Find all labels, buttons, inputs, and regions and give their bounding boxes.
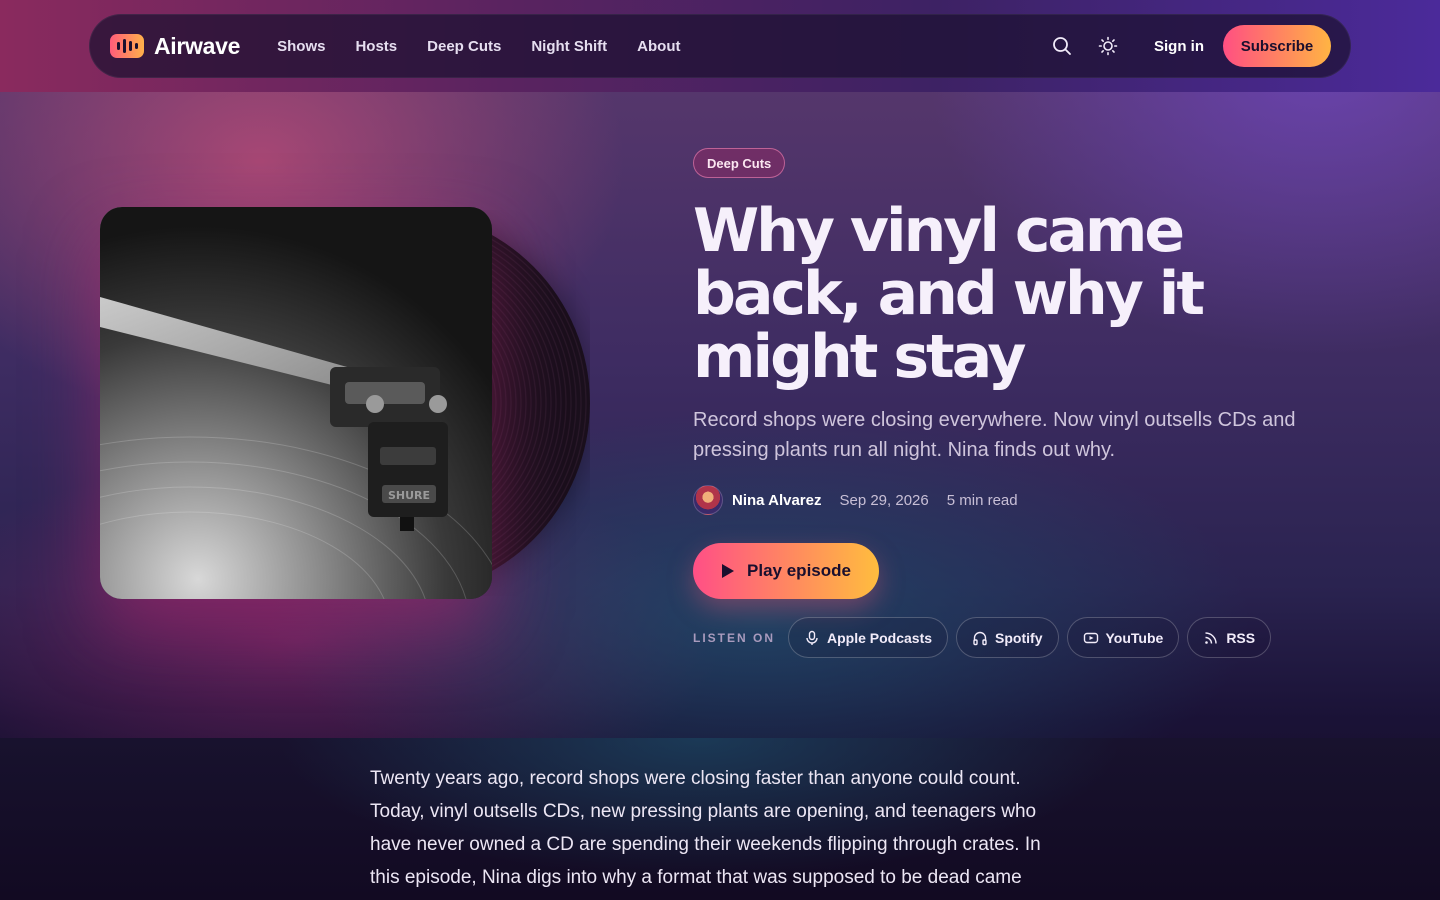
author-name[interactable]: Nina Alvarez bbox=[732, 492, 821, 509]
nav-link-hosts[interactable]: Hosts bbox=[355, 38, 397, 55]
waveform-icon bbox=[110, 34, 144, 58]
headphones-icon bbox=[973, 631, 987, 645]
play-icon bbox=[722, 564, 735, 578]
apple-podcasts-label: Apple Podcasts bbox=[827, 629, 933, 646]
read-time: 5 min read bbox=[946, 491, 1018, 509]
article-intro: Twenty years ago, record shops were clos… bbox=[370, 768, 1041, 888]
top-navigation: Airwave Shows Hosts Deep Cuts Night Shif… bbox=[89, 14, 1351, 78]
sun-icon[interactable] bbox=[1096, 34, 1120, 58]
youtube-icon bbox=[1083, 632, 1098, 643]
episode-description: Record shops were closing everywhere. No… bbox=[693, 409, 1296, 461]
sign-in-link[interactable]: Sign in bbox=[1154, 38, 1204, 55]
rss-icon bbox=[1205, 631, 1218, 644]
nav-link-deep-cuts[interactable]: Deep Cuts bbox=[427, 38, 501, 55]
cover-brand-label: SHURE bbox=[388, 489, 430, 502]
rss-label: RSS bbox=[1226, 629, 1256, 646]
play-episode-label: Play episode bbox=[747, 561, 851, 580]
subscribe-button[interactable]: Subscribe bbox=[1223, 25, 1331, 67]
episode-meta: Nina Alvarez Sep 29, 2026 5 min read bbox=[693, 484, 1018, 516]
rss-link[interactable]: RSS bbox=[1187, 617, 1272, 658]
youtube-link[interactable]: YouTube bbox=[1066, 617, 1180, 658]
brand-logo[interactable]: Airwave bbox=[110, 33, 240, 60]
nav-link-about[interactable]: About bbox=[637, 38, 680, 55]
category-tag[interactable]: Deep Cuts bbox=[693, 148, 786, 178]
youtube-label: YouTube bbox=[1105, 629, 1164, 646]
avatar[interactable] bbox=[693, 485, 723, 515]
episode-cover-image: SHURE bbox=[100, 207, 492, 599]
nav-link-shows[interactable]: Shows bbox=[277, 38, 325, 55]
publish-date: Sep 29, 2026 bbox=[839, 491, 929, 509]
nav-link-night-shift[interactable]: Night Shift bbox=[531, 38, 607, 55]
spotify-label: Spotify bbox=[995, 629, 1043, 646]
play-episode-button[interactable]: Play episode bbox=[693, 543, 879, 599]
listen-on-bar: LISTEN ON Apple Podcasts Spotify YouTube… bbox=[693, 617, 1279, 658]
brand-name: Airwave bbox=[154, 32, 241, 59]
microphone-icon bbox=[806, 630, 818, 645]
nav-actions: Sign in Subscribe bbox=[1050, 25, 1350, 67]
spotify-link[interactable]: Spotify bbox=[956, 617, 1059, 658]
apple-podcasts-link[interactable]: Apple Podcasts bbox=[788, 617, 949, 658]
nav-links: Shows Hosts Deep Cuts Night Shift About bbox=[277, 38, 680, 55]
episode-title: Why vinyl came back, and why it might st… bbox=[693, 196, 1205, 392]
search-icon[interactable] bbox=[1050, 34, 1074, 58]
listen-on-label: LISTEN ON bbox=[693, 630, 776, 645]
